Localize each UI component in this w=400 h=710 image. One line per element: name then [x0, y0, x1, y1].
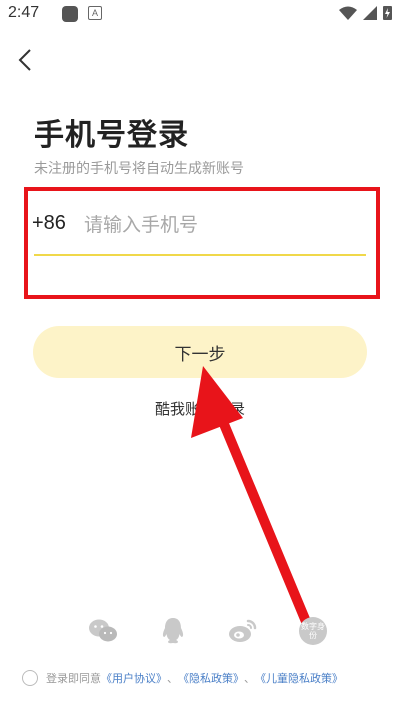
notification-letter-icon: A — [88, 6, 102, 20]
agreement-prefix: 登录即同意 — [46, 672, 101, 685]
wechat-login-button[interactable] — [88, 616, 118, 646]
user-agreement-link[interactable]: 《用户协议》 — [101, 670, 167, 686]
notification-app-icon — [62, 6, 78, 22]
social-login-row: 数字身份 — [88, 616, 328, 646]
status-time: 2:47 — [8, 4, 40, 21]
qq-icon — [162, 618, 184, 644]
page-title: 手机号登录 — [34, 118, 189, 153]
phone-input-underline — [34, 254, 366, 256]
weibo-login-button[interactable] — [228, 616, 258, 646]
agreement-separator-2: 、 — [244, 672, 255, 685]
child-privacy-policy-link[interactable]: 《儿童隐私政策》 — [255, 670, 343, 686]
agreement-separator-1: 、 — [167, 672, 178, 685]
phone-number-input[interactable] — [84, 205, 364, 245]
weibo-icon — [229, 619, 257, 642]
agreement-checkbox[interactable] — [22, 670, 38, 686]
qq-login-button[interactable] — [158, 616, 188, 646]
kuwo-account-login-link[interactable]: 酷我账号登录 — [0, 398, 400, 419]
wechat-icon — [89, 619, 117, 642]
status-bar: 2:47 A — [0, 0, 400, 28]
digital-id-login-button[interactable]: 数字身份 — [298, 616, 328, 646]
back-button[interactable] — [14, 46, 38, 74]
wifi-icon — [339, 6, 357, 20]
privacy-policy-link[interactable]: 《隐私政策》 — [178, 670, 244, 686]
signal-icon — [363, 5, 377, 20]
country-code-prefix[interactable]: +86 — [32, 212, 66, 235]
agreement-row: 登录即同意 《用户协议》 、 《隐私政策》 、 《儿童隐私政策》 — [22, 670, 343, 686]
chevron-left-icon — [18, 49, 31, 71]
page-subtitle: 未注册的手机号将自动生成新账号 — [34, 161, 244, 177]
battery-charging-icon — [383, 6, 392, 20]
digital-id-icon: 数字身份 — [299, 617, 327, 645]
status-icons — [339, 5, 392, 20]
next-step-button[interactable]: 下一步 — [33, 326, 367, 378]
